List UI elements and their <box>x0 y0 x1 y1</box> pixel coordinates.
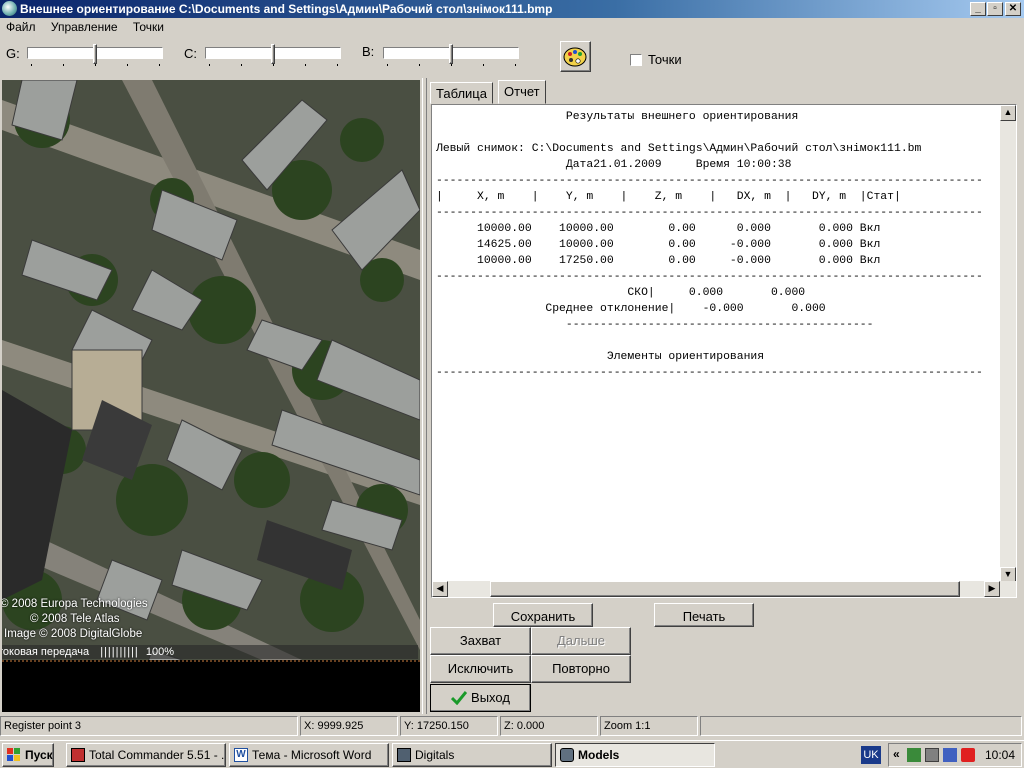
points-checkbox-label: Точки <box>648 52 682 67</box>
exit-button[interactable]: Выход <box>430 684 531 712</box>
report-elements-title: Элементы ориентирования <box>606 351 765 363</box>
aerial-image-view[interactable]: © 2008 Europa Technologies © 2008 Tele A… <box>2 80 420 712</box>
palette-icon <box>563 47 587 67</box>
tab-report[interactable]: Отчет <box>498 80 546 104</box>
streaming-percent: 100% <box>145 646 174 658</box>
report-horizontal-scrollbar[interactable]: ◀ ▶ <box>432 581 1016 597</box>
report-row: 10000.00 17250.00 0.00 -0.000 0.000 Вкл <box>477 255 881 267</box>
start-button[interactable]: Пуск <box>2 743 54 767</box>
report-divider: ----------------------------------------… <box>436 367 983 379</box>
g-label: G: <box>6 46 20 61</box>
scroll-right-arrow-icon[interactable]: ▶ <box>984 581 1000 597</box>
print-button[interactable]: Печать <box>654 603 754 627</box>
copyright-teleatlas: © 2008 Tele Atlas <box>30 613 120 625</box>
tab-table[interactable]: Таблица <box>430 82 493 104</box>
horizontal-scroll-thumb[interactable] <box>490 581 960 597</box>
task-models[interactable]: Models <box>555 743 715 767</box>
maximize-button[interactable]: ▫ <box>987 2 1003 16</box>
task-digitals[interactable]: Digitals <box>392 743 552 767</box>
points-checkbox[interactable] <box>630 54 642 66</box>
close-button[interactable]: ✕ <box>1005 2 1021 16</box>
task-word[interactable]: W Тема - Microsoft Word <box>229 743 389 767</box>
window-title: Внешнее ориентирование C:\Documents and … <box>20 2 553 16</box>
report-divider: ----------------------------------------… <box>436 175 983 187</box>
status-bar: Register point 3 X: 9999.925 Y: 17250.15… <box>0 714 1024 738</box>
minimize-button[interactable]: _ <box>970 2 986 16</box>
task-total-commander[interactable]: Total Commander 5.51 - ... <box>66 743 226 767</box>
status-empty-pane <box>700 716 1022 736</box>
menu-file[interactable]: Файл <box>0 18 42 37</box>
report-row: 10000.00 10000.00 0.00 0.000 0.000 Вкл <box>477 223 881 235</box>
streaming-label: токовая передача <box>2 646 90 658</box>
task-label: Тема - Microsoft Word <box>252 748 372 762</box>
g-slider[interactable] <box>27 44 163 66</box>
taskbar: Пуск Total Commander 5.51 - ... W Тема -… <box>0 740 1024 768</box>
scroll-left-arrow-icon[interactable]: ◀ <box>432 581 448 597</box>
c-slider[interactable] <box>205 44 341 66</box>
b-slider[interactable] <box>383 44 519 66</box>
streaming-progress-bars: |||||||||| <box>100 646 139 658</box>
app-icon <box>2 1 17 16</box>
repeat-button[interactable]: Повторно <box>531 655 631 683</box>
report-text: Результаты внешнего ориентирования Левый… <box>436 109 983 381</box>
report-divider: ----------------------------------------… <box>436 271 983 283</box>
status-x-coordinate: X: 9999.925 <box>300 716 398 736</box>
checkmark-icon <box>451 691 467 705</box>
report-vertical-scrollbar[interactable]: ▲ ▼ <box>1000 105 1016 583</box>
scroll-up-arrow-icon[interactable]: ▲ <box>1000 105 1016 121</box>
toolbar: G: C: B: Точки <box>0 37 1024 79</box>
network-icon[interactable] <box>907 748 921 762</box>
imagery-copyright: © 2008 Europa Technologies © 2008 Tele A… <box>2 597 148 642</box>
report-title: Результаты внешнего ориентирования <box>565 111 799 123</box>
report-sko: СКО| 0.000 0.000 <box>627 287 806 299</box>
status-zoom: Zoom 1:1 <box>600 716 698 736</box>
menu-bar: Файл Управление Точки <box>0 18 1024 37</box>
status-y-coordinate: Y: 17250.150 <box>400 716 498 736</box>
splitter[interactable] <box>422 78 427 714</box>
copyright-europa: © 2008 Europa Technologies <box>2 598 148 610</box>
palette-button[interactable] <box>560 41 591 72</box>
floppy-icon <box>71 748 85 762</box>
report-mean-deviation: Среднее отклонение| -0.000 0.000 <box>545 303 826 315</box>
system-tray: « 10:04 <box>888 743 1022 767</box>
menu-points[interactable]: Точки <box>127 18 170 37</box>
start-label: Пуск <box>25 748 53 762</box>
task-label: Models <box>578 748 620 762</box>
report-row: 14625.00 10000.00 0.00 -0.000 0.000 Вкл <box>477 239 881 251</box>
tray-expand-icon[interactable]: « <box>893 747 900 761</box>
next-button[interactable]: Дальше <box>531 627 631 655</box>
streaming-status: токовая передача |||||||||| 100% <box>2 645 418 659</box>
status-message: Register point 3 <box>0 716 298 736</box>
status-z-coordinate: Z: 0.000 <box>500 716 598 736</box>
word-icon: W <box>234 748 248 762</box>
windows-logo-icon <box>7 748 20 761</box>
display-icon[interactable] <box>943 748 957 762</box>
b-label: B: <box>362 44 375 59</box>
models-icon <box>560 748 574 762</box>
language-indicator[interactable]: UK <box>861 746 881 764</box>
report-short-divider: ----------------------------------------… <box>436 319 874 331</box>
copyright-digitalglobe: Image © 2008 DigitalGlobe <box>4 628 143 640</box>
device-icon[interactable] <box>925 748 939 762</box>
c-label: C: <box>184 46 197 61</box>
digitals-icon <box>397 748 411 762</box>
task-label: Total Commander 5.51 - ... <box>89 748 226 762</box>
task-label: Digitals <box>415 748 455 762</box>
title-bar: Внешнее ориентирование C:\Documents and … <box>0 0 1024 18</box>
report-panel[interactable]: Результаты внешнего ориентирования Левый… <box>431 104 1017 598</box>
save-button[interactable]: Сохранить <box>493 603 593 627</box>
capture-button[interactable]: Захват <box>430 627 531 655</box>
report-datetime: Дата21.01.2009 Время 10:00:38 <box>565 159 792 171</box>
exclude-button[interactable]: Исключить <box>430 655 531 683</box>
report-left-image: Левый снимок: C:\Documents and Settings\… <box>436 143 922 155</box>
clock[interactable]: 10:04 <box>985 748 1015 762</box>
report-table-header: | X, m | Y, m | Z, m | DX, m | DY, m |Ст… <box>436 191 901 203</box>
antivirus-icon[interactable] <box>961 748 975 762</box>
menu-control[interactable]: Управление <box>45 18 124 37</box>
exit-button-label: Выход <box>471 690 510 705</box>
report-divider: ----------------------------------------… <box>436 207 983 219</box>
